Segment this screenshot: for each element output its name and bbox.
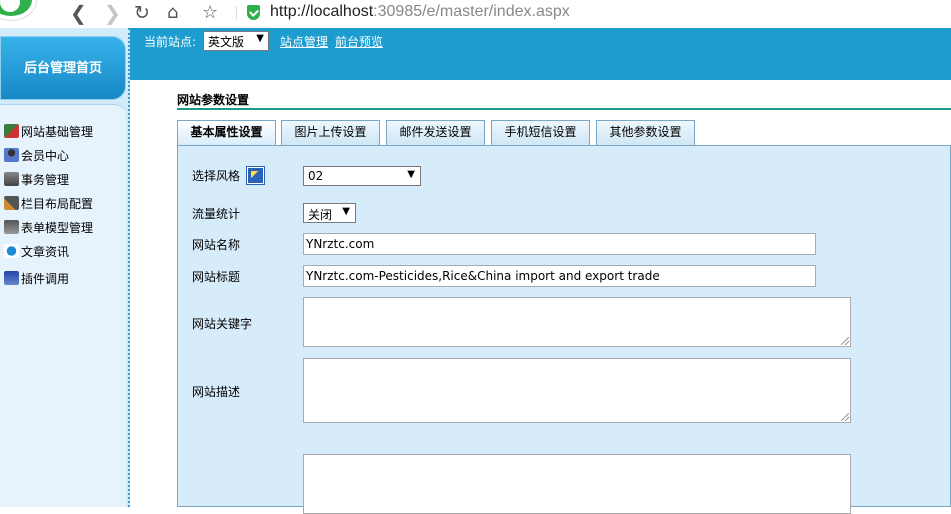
tab-image-upload[interactable]: 图片上传设置 bbox=[281, 120, 380, 145]
reload-icon[interactable]: ↻ bbox=[134, 1, 150, 25]
site-manage-link[interactable]: 站点管理 bbox=[280, 33, 328, 50]
style-select-value: 02 bbox=[308, 169, 324, 183]
traffic-stats-label: 流量统计 bbox=[192, 207, 241, 221]
description-label: 网站描述 bbox=[192, 385, 241, 399]
tab-other-params[interactable]: 其他参数设置 bbox=[596, 120, 695, 145]
home-icon[interactable]: ⌂ bbox=[167, 1, 178, 25]
sidebar-item-form-model[interactable]: 表单模型管理 bbox=[4, 219, 93, 237]
traffic-stats-select[interactable]: 关闭 ▼ bbox=[303, 203, 356, 223]
keywords-label: 网站关键字 bbox=[192, 317, 253, 331]
sidebar-item-label: 插件调用 bbox=[21, 272, 70, 286]
forward-icon[interactable]: ❯ bbox=[104, 1, 121, 25]
site-title-input[interactable]: YNrztc.com-Pesticides,Rice&China import … bbox=[303, 265, 816, 287]
sidebar-item-tasks[interactable]: 事务管理 bbox=[4, 171, 69, 189]
traffic-stats-value: 关闭 bbox=[308, 208, 333, 222]
sidebar-item-label: 会员中心 bbox=[21, 149, 70, 163]
admin-header: 当前站点: 英文版 ▼ 站点管理 前台预览 bbox=[130, 28, 951, 80]
plugin-icon bbox=[4, 271, 19, 285]
chevron-down-icon: ▼ bbox=[407, 169, 415, 180]
url-host: http://localhost bbox=[270, 3, 374, 20]
extra-textarea[interactable] bbox=[303, 454, 851, 514]
keywords-textarea[interactable] bbox=[303, 297, 851, 347]
front-preview-link[interactable]: 前台预览 bbox=[335, 33, 383, 50]
current-site-label: 当前站点: bbox=[144, 35, 197, 49]
sidebar-item-column-layout[interactable]: 栏目布局配置 bbox=[4, 195, 93, 213]
settings-form: 选择风格 02 ▼ 流量统计 关闭 ▼ 网站名称 YNrztc.com 网站标题… bbox=[177, 145, 951, 514]
resize-grip-icon[interactable] bbox=[841, 413, 849, 421]
sidebar-item-label: 表单模型管理 bbox=[21, 221, 94, 235]
admin-home-button[interactable]: 后台管理首页 bbox=[0, 36, 126, 100]
tab-sms-settings[interactable]: 手机短信设置 bbox=[491, 120, 590, 145]
browser-toolbar: ❮ ❯ ↻ ⌂ ☆ http://localhost:30985/e/maste… bbox=[0, 0, 951, 28]
tab-email-sending[interactable]: 邮件发送设置 bbox=[386, 120, 485, 145]
url-path: :30985/e/master/index.aspx bbox=[373, 3, 570, 20]
sidebar-item-plugins[interactable]: 插件调用 bbox=[4, 270, 69, 288]
members-icon bbox=[4, 148, 19, 162]
description-textarea[interactable] bbox=[303, 358, 851, 423]
sidebar-item-articles[interactable]: 文章资讯 bbox=[4, 243, 69, 261]
ie-icon bbox=[4, 244, 19, 258]
site-name-label: 网站名称 bbox=[192, 238, 241, 252]
sidebar-item-label: 事务管理 bbox=[21, 173, 70, 187]
toolbar-divider bbox=[236, 6, 237, 20]
sidebar-item-label: 网站基础管理 bbox=[21, 125, 94, 139]
sidebar-menu: 网站基础管理 会员中心 事务管理 栏目布局配置 表单模型管理 文章资讯 插件调用 bbox=[0, 104, 126, 507]
bookmark-star-icon[interactable]: ☆ bbox=[202, 1, 218, 25]
chevron-down-icon: ▼ bbox=[256, 33, 264, 44]
form-model-icon bbox=[4, 220, 19, 234]
tasks-icon bbox=[4, 172, 19, 186]
site-name-input[interactable]: YNrztc.com bbox=[303, 233, 816, 255]
site-select[interactable]: 英文版 ▼ bbox=[203, 31, 269, 51]
site-select-value: 英文版 bbox=[208, 35, 245, 49]
style-preview-icon[interactable] bbox=[247, 167, 264, 184]
sidebar-item-label: 栏目布局配置 bbox=[21, 197, 94, 211]
sidebar-item-site-config[interactable]: 网站基础管理 bbox=[4, 123, 93, 141]
sidebar-item-members[interactable]: 会员中心 bbox=[4, 147, 69, 165]
style-label: 选择风格 bbox=[192, 169, 241, 183]
tools-icon bbox=[4, 196, 19, 210]
chevron-down-icon: ▼ bbox=[342, 206, 350, 217]
style-select[interactable]: 02 ▼ bbox=[303, 166, 421, 186]
section-title: 网站参数设置 bbox=[177, 91, 951, 110]
site-config-icon bbox=[4, 124, 19, 138]
browser-logo-icon bbox=[0, 0, 36, 20]
back-icon[interactable]: ❮ bbox=[70, 1, 87, 25]
resize-grip-icon[interactable] bbox=[841, 337, 849, 345]
address-bar[interactable]: http://localhost:30985/e/master/index.as… bbox=[270, 3, 570, 21]
sidebar: 后台管理首页 网站基础管理 会员中心 事务管理 栏目布局配置 表单模型管理 文章… bbox=[0, 28, 130, 507]
security-shield-icon[interactable] bbox=[247, 5, 260, 20]
site-title-label: 网站标题 bbox=[192, 270, 241, 284]
sidebar-item-label: 文章资讯 bbox=[21, 245, 70, 259]
tab-basic-properties[interactable]: 基本属性设置 bbox=[177, 120, 276, 145]
